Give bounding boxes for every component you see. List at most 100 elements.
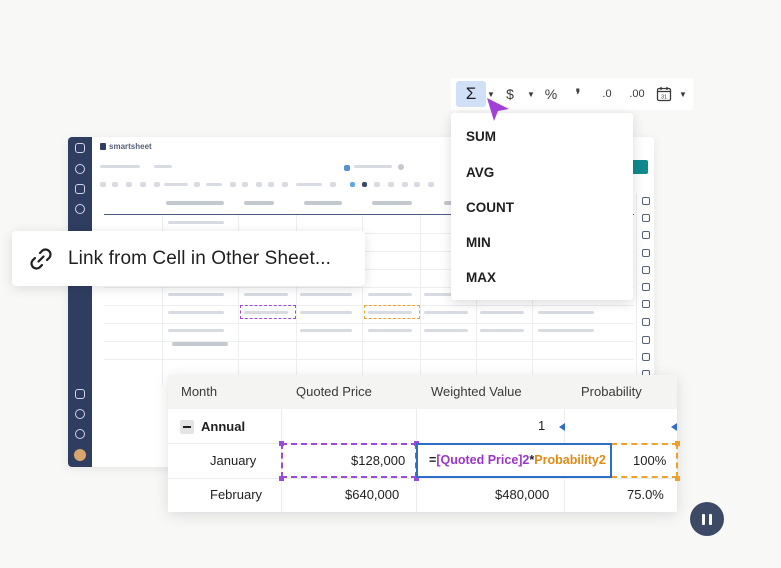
comments-icon[interactable]: [642, 197, 650, 205]
collapse-row-button[interactable]: [180, 420, 194, 434]
cell-link-indicator: [671, 423, 677, 431]
calendar-icon: 31: [656, 87, 672, 102]
cell-month-annual[interactable]: Annual: [201, 410, 245, 444]
cell-month-january[interactable]: January: [210, 444, 256, 478]
toolbar-placeholder: [126, 182, 132, 187]
range-handle[interactable]: [279, 476, 284, 481]
cell-placeholder: [244, 293, 288, 296]
proofs-icon[interactable]: [642, 231, 650, 239]
formula-editor-cell[interactable]: =[Quoted Price]2*Probability2: [416, 443, 612, 478]
range-handle[interactable]: [279, 441, 284, 446]
pause-icon: [702, 513, 705, 525]
toolbar-placeholder: [350, 182, 355, 187]
image-icon[interactable]: [642, 353, 650, 361]
cell-month-february[interactable]: February: [210, 478, 262, 512]
column-header-weighted-value[interactable]: Weighted Value: [431, 375, 522, 409]
star-icon[interactable]: [398, 164, 404, 170]
toolbar-placeholder: [206, 183, 222, 186]
forms-icon[interactable]: [642, 283, 650, 291]
toolbar-placeholder: [268, 182, 274, 187]
left-nav-rail: [68, 137, 92, 467]
toolbar-placeholder: [388, 182, 394, 187]
currency-chevron-icon[interactable]: ▼: [527, 78, 535, 110]
toolbar-placeholder: [414, 182, 420, 187]
decrease-decimal-icon[interactable]: .0: [597, 78, 617, 110]
menu-item-avg[interactable]: AVG: [466, 165, 494, 180]
cell-placeholder: [538, 311, 594, 314]
brand-name: smartsheet: [109, 142, 152, 151]
date-format-chevron-icon[interactable]: ▼: [679, 78, 687, 110]
toolbar-placeholder: [112, 182, 118, 187]
browse-icon[interactable]: [75, 184, 85, 194]
column-header-probability[interactable]: Probability: [581, 375, 642, 409]
range-handle[interactable]: [675, 476, 680, 481]
link-icon: [30, 247, 52, 270]
column-header-placeholder: [372, 201, 412, 205]
menu-item-sum[interactable]: SUM: [466, 129, 496, 144]
activity-icon[interactable]: [642, 266, 650, 274]
increase-decimal-icon[interactable]: .00: [625, 78, 649, 110]
formula-ref-probability: Probability2: [534, 453, 606, 467]
help-icon[interactable]: [75, 429, 85, 439]
percent-icon[interactable]: %: [542, 78, 560, 110]
thousands-separator-icon[interactable]: ❜: [571, 78, 585, 110]
cell-placeholder: [368, 293, 412, 296]
column-header-placeholder: [304, 201, 342, 205]
cell-weighted-value-february[interactable]: $480,000: [495, 478, 549, 512]
share-button[interactable]: [631, 160, 648, 174]
toolbar-placeholder: [256, 182, 262, 187]
range-handle[interactable]: [675, 441, 680, 446]
functions-button[interactable]: Σ: [456, 81, 486, 107]
date-format-button[interactable]: 31: [655, 78, 673, 110]
cell-placeholder: [480, 329, 524, 332]
pause-icon: [709, 513, 712, 525]
toolbar-placeholder: [164, 183, 188, 186]
sheet-grid: Month Quoted Price Weighted Value Probab…: [168, 375, 680, 512]
cell-weighted-value-annual[interactable]: 1: [538, 409, 545, 443]
notifications-icon[interactable]: [75, 164, 85, 174]
attachments-icon[interactable]: [642, 214, 650, 222]
sum-icon: Σ: [465, 84, 477, 103]
link-option-label: Link from Cell in Other Sheet...: [68, 247, 331, 269]
mini-selection-purple: [240, 305, 296, 319]
column-header-month[interactable]: Month: [181, 375, 217, 409]
update-requests-icon[interactable]: [642, 318, 650, 326]
filter-icon[interactable]: [642, 336, 650, 344]
column-header-quoted-price[interactable]: Quoted Price: [296, 375, 372, 409]
header-placeholder: [100, 165, 140, 168]
smartsheet-logo-icon: [100, 143, 106, 150]
avatar[interactable]: [74, 449, 86, 461]
toolbar-placeholder: [402, 182, 408, 187]
recents-icon[interactable]: [75, 204, 85, 214]
toolbar-placeholder: [296, 183, 322, 186]
cell-placeholder: [368, 329, 412, 332]
cell-placeholder: [300, 311, 352, 314]
apps-icon[interactable]: [75, 389, 85, 399]
cell-placeholder: [480, 311, 524, 314]
publish-icon[interactable]: [642, 300, 650, 308]
column-header-placeholder: [244, 201, 274, 205]
cell-placeholder: [424, 329, 468, 332]
cell-placeholder: [168, 293, 224, 296]
grid-line: [104, 323, 634, 324]
toolbar-placeholder: [282, 182, 288, 187]
header-placeholder: [154, 165, 172, 168]
toolbar-placeholder: [330, 182, 336, 187]
sparkle-icon[interactable]: [75, 409, 85, 419]
menu-item-count[interactable]: COUNT: [466, 200, 514, 215]
svg-text:31: 31: [661, 95, 667, 101]
cell-probability-february[interactable]: 75.0%: [627, 478, 664, 512]
menu-item-min[interactable]: MIN: [466, 235, 491, 250]
functions-dropdown-menu: SUM AVG COUNT MIN MAX: [451, 113, 633, 300]
cell-placeholder: [168, 221, 224, 224]
link-from-other-sheet-option[interactable]: Link from Cell in Other Sheet...: [12, 231, 365, 286]
cell-quoted-price-february[interactable]: $640,000: [345, 478, 399, 512]
summary-icon[interactable]: [642, 249, 650, 257]
menu-item-max[interactable]: MAX: [466, 270, 496, 285]
toolbar-placeholder: [154, 182, 160, 187]
cell-placeholder: [300, 329, 352, 332]
toolbar-placeholder: [242, 182, 248, 187]
pause-button[interactable]: [690, 502, 724, 536]
home-icon[interactable]: [75, 143, 85, 153]
toolbar-placeholder: [428, 182, 434, 187]
